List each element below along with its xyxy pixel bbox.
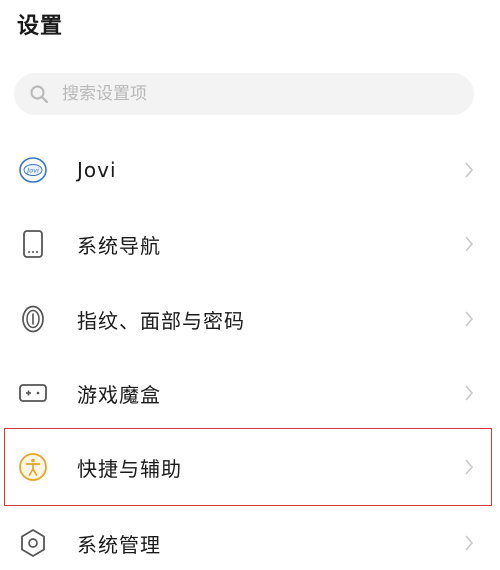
menu-item-label: Jovi [77,158,117,182]
chevron-right-icon [462,233,476,255]
chevron-right-icon [462,532,476,554]
search-bar[interactable] [14,73,474,115]
search-icon [28,83,50,105]
menu-item-label: 游戏魔盒 [77,382,161,407]
chevron-right-icon [462,159,476,181]
chevron-right-icon [462,456,476,478]
menu-item-system-navigation[interactable]: 系统导航 [0,207,500,281]
page-title: 设置 [17,14,64,39]
menu-item-jovi[interactable]: Jovi Jovi [0,133,500,207]
menu-item-fingerprint-face-password[interactable]: 指纹、面部与密码 [0,282,500,356]
menu-item-label: 指纹、面部与密码 [77,308,245,333]
menu-item-label: 系统管理 [77,532,161,557]
menu-item-label: 系统导航 [77,233,161,258]
accessibility-icon [17,451,49,483]
settings-screen: 设置 Jovi Jovi [0,0,500,570]
phone-navigation-icon [17,228,49,260]
search-input[interactable] [60,83,444,105]
menu-item-system-management[interactable]: 系统管理 [0,506,500,570]
menu-item-game-box[interactable]: 游戏魔盒 [0,356,500,430]
system-management-icon [17,527,49,559]
fingerprint-icon [17,303,49,335]
jovi-icon: Jovi [17,154,49,186]
chevron-right-icon [462,308,476,330]
menu-item-label: 快捷与辅助 [77,456,182,481]
menu-item-shortcuts-accessibility[interactable]: 快捷与辅助 [0,430,500,504]
gamepad-icon [17,377,49,409]
svg-text:Jovi: Jovi [25,167,39,175]
chevron-right-icon [462,382,476,404]
